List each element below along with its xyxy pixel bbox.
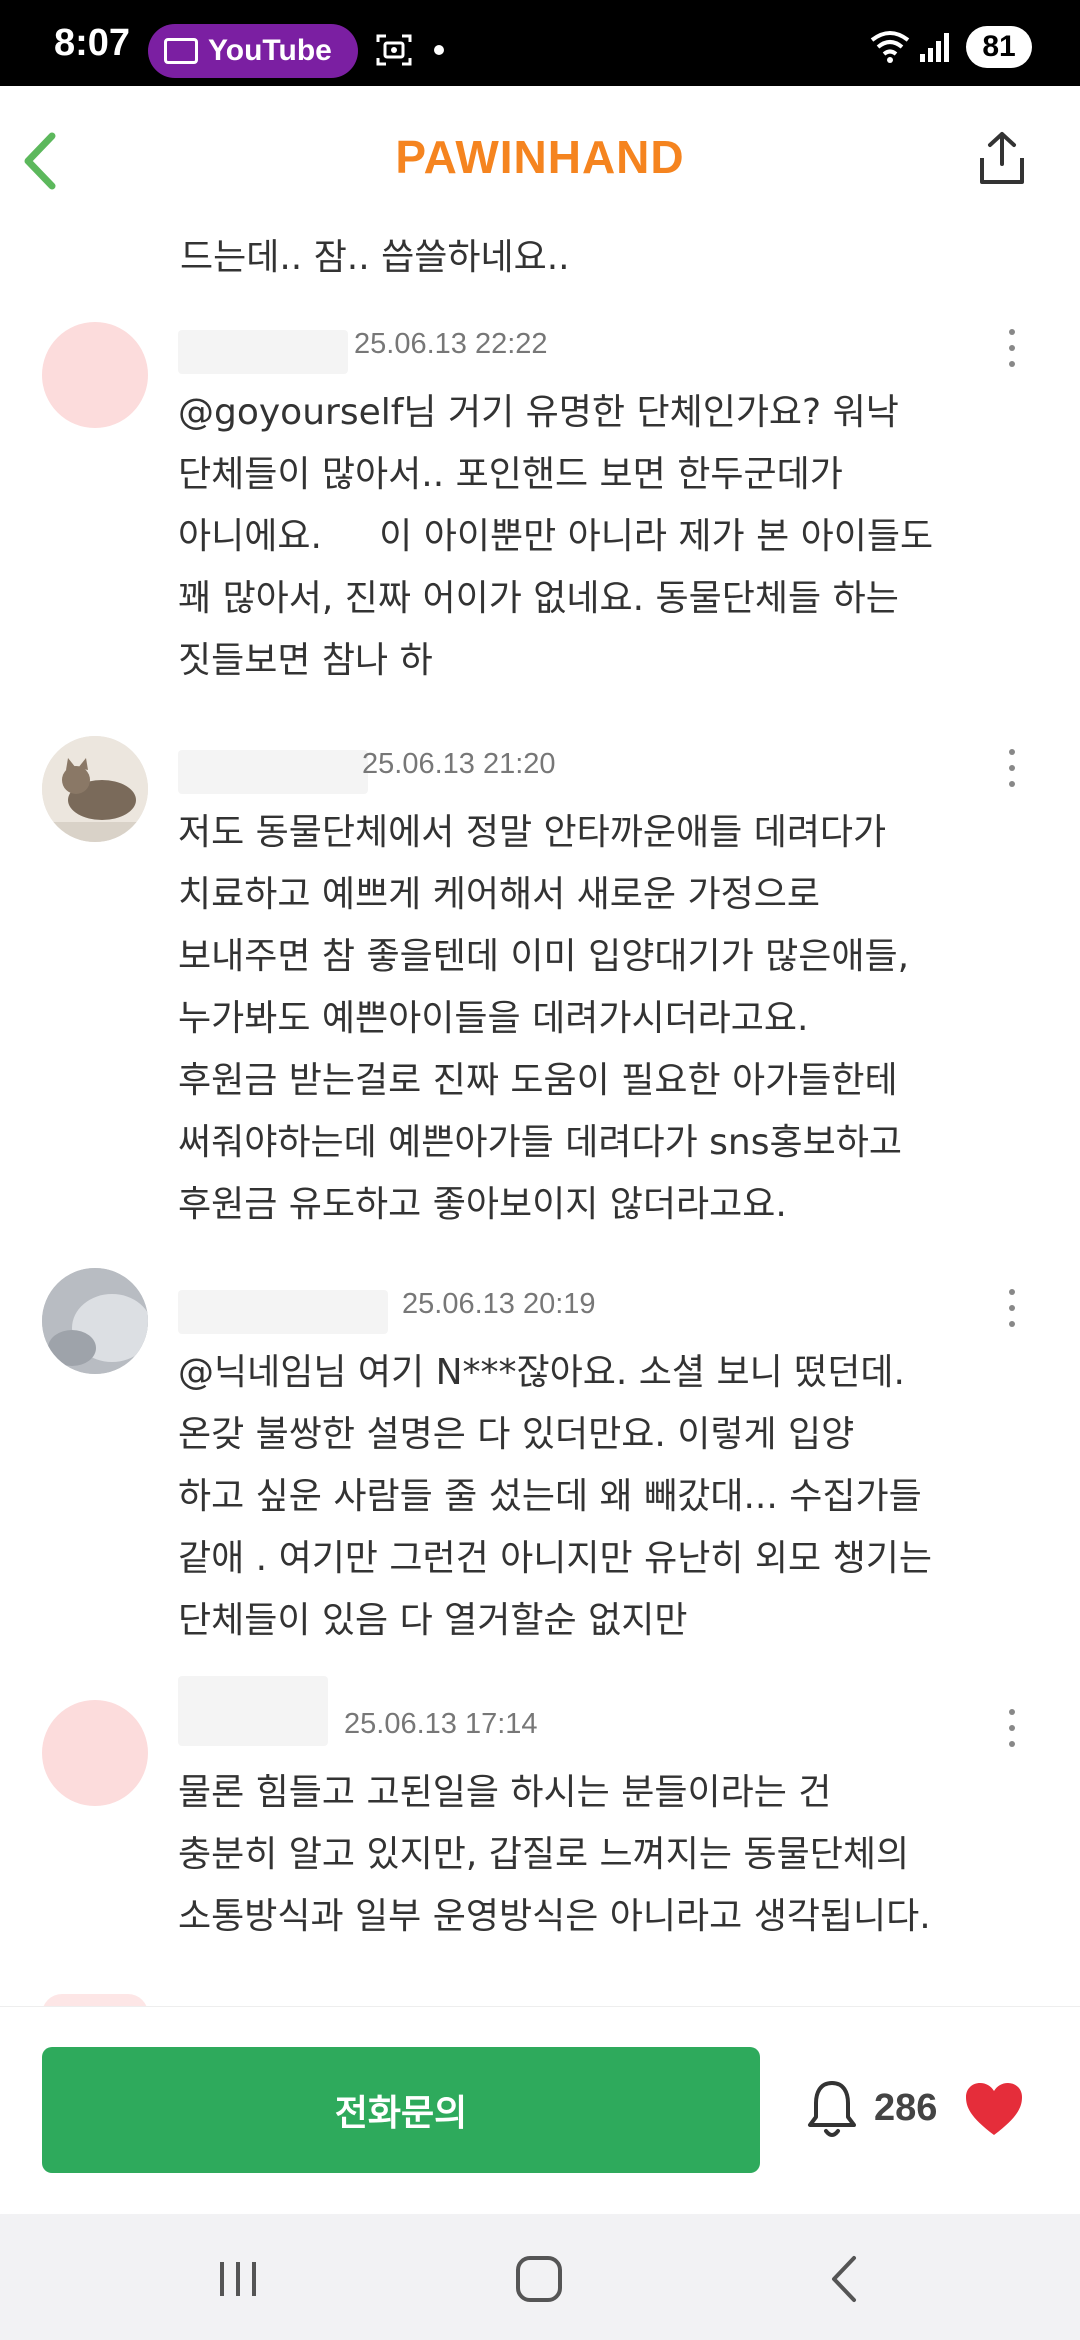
comment-timestamp: 25.06.13 21:20 (362, 748, 556, 780)
next-avatar-partial (42, 1994, 148, 2006)
comment-timestamp: 25.06.13 22:22 (354, 328, 548, 360)
nickname-redacted (178, 330, 348, 374)
back-icon[interactable] (826, 2254, 862, 2304)
youtube-pill[interactable]: YouTube (148, 24, 358, 78)
like-count: 286 (874, 2087, 938, 2129)
app-header: PAWINHAND (0, 86, 1080, 226)
avatar[interactable] (42, 322, 148, 428)
avatar[interactable] (42, 736, 148, 842)
nickname-redacted (178, 1290, 388, 1334)
more-vertical-icon[interactable] (1008, 1286, 1016, 1330)
brand-logo: PAWINHAND (395, 131, 685, 183)
share-icon[interactable] (976, 130, 1028, 186)
nickname-redacted (178, 1676, 328, 1746)
comment-text: 물론 힘들고 고된일을 하시는 분들이라는 건 충분히 알고 있지만, 갑질로 … (178, 1772, 931, 1937)
comment-list[interactable]: 드는데.. 잠.. 씁쓸하네요.. 25.06.13 22:22 @goyour… (0, 226, 1080, 2006)
system-nav-bar (0, 2214, 1080, 2340)
heart-icon[interactable] (964, 2081, 1024, 2137)
bottom-action-bar: 전화문의 286 (0, 2006, 1080, 2214)
comment-text: @닉네임님 여기 N***잖아요. 소셜 보니 떴던데. 온갖 불쌍한 설명은 … (178, 1352, 932, 1641)
comment-text-partial: 드는데.. 잠.. 씁쓸하네요.. (180, 237, 570, 278)
comment-text: 저도 동물단체에서 정말 안타까운애들 데려다가 치료하고 예쁘게 케어해서 새… (178, 812, 910, 1225)
pet-photo (42, 1268, 148, 1374)
youtube-screen-icon (164, 38, 198, 64)
cat-photo (42, 736, 148, 842)
avatar[interactable] (42, 1700, 148, 1806)
more-vertical-icon[interactable] (1008, 746, 1016, 790)
comment-timestamp: 25.06.13 17:14 (344, 1708, 538, 1740)
comment-text: @goyourself님 거기 유명한 단체인가요? 워낙 단체들이 많아서..… (178, 392, 934, 681)
avatar[interactable] (42, 1268, 148, 1374)
comment-timestamp: 25.06.13 20:19 (402, 1288, 596, 1320)
call-inquiry-button[interactable]: 전화문의 (42, 2047, 760, 2173)
more-vertical-icon[interactable] (1008, 326, 1016, 370)
more-vertical-icon[interactable] (1008, 1706, 1016, 1750)
bell-icon[interactable] (804, 2077, 860, 2141)
home-icon[interactable] (516, 2256, 562, 2302)
nickname-redacted (178, 750, 368, 794)
notification-dot-icon (434, 45, 444, 55)
recent-apps-icon[interactable] (216, 2260, 260, 2298)
status-bar: 8:07 YouTube 81 (0, 0, 1080, 86)
signal-icon (920, 33, 949, 62)
battery-icon: 81 (966, 26, 1032, 68)
screen-record-icon (376, 34, 412, 66)
status-time: 8:07 (54, 22, 131, 64)
wifi-icon (870, 31, 910, 63)
youtube-pill-label: YouTube (208, 34, 332, 67)
